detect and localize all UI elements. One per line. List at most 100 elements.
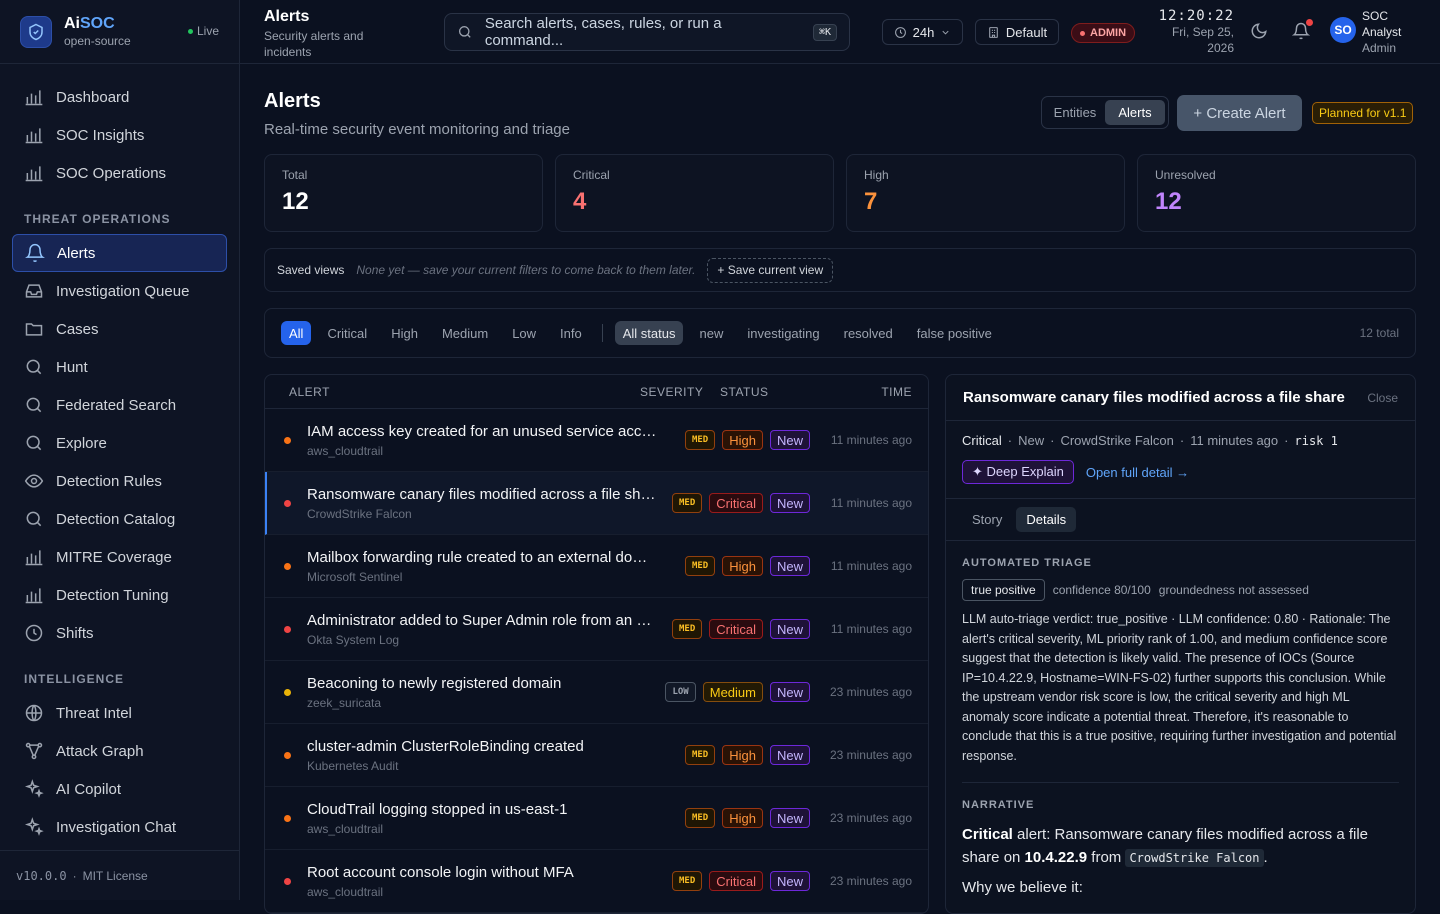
time-range-select[interactable]: 24h bbox=[882, 19, 963, 45]
alert-source: Okta System Log bbox=[307, 633, 399, 647]
clock-icon bbox=[894, 26, 907, 39]
toggle-alerts[interactable]: Alerts bbox=[1105, 100, 1165, 125]
sidebar-item-label: SOC Insights bbox=[56, 127, 144, 144]
alert-time: 11 minutes ago bbox=[831, 496, 912, 510]
stat-card-critical: Critical4 bbox=[555, 154, 834, 232]
sidebar-item-label: MITRE Coverage bbox=[56, 549, 172, 566]
severity-filter-medium[interactable]: Medium bbox=[434, 321, 496, 345]
severity-dot bbox=[284, 437, 291, 444]
table-row[interactable]: Ransomware canary files modified across … bbox=[265, 472, 928, 535]
toggle-entities[interactable]: Entities bbox=[1045, 100, 1105, 125]
sidebar-item-threat-intel[interactable]: Threat Intel bbox=[12, 694, 227, 732]
triage-heading: AUTOMATED TRIAGE bbox=[962, 557, 1399, 569]
confidence-badge: MED bbox=[672, 493, 702, 513]
status-filter-resolved[interactable]: resolved bbox=[836, 321, 901, 345]
sidebar-item-alerts[interactable]: Alerts bbox=[12, 234, 227, 272]
status-filter-all-status[interactable]: All status bbox=[615, 321, 684, 345]
tenant-select[interactable]: Default bbox=[975, 19, 1059, 45]
table-row[interactable]: Beaconing to newly registered domainzeek… bbox=[265, 661, 928, 724]
severity-filter-low[interactable]: Low bbox=[504, 321, 544, 345]
bar-chart-icon bbox=[24, 585, 44, 605]
severity-filter-critical[interactable]: Critical bbox=[319, 321, 375, 345]
detail-severity: Critical bbox=[962, 433, 1002, 448]
license: MIT License bbox=[83, 869, 148, 883]
bar-chart-icon bbox=[24, 125, 44, 145]
sidebar-item-investigation-queue[interactable]: Investigation Queue bbox=[12, 272, 227, 310]
save-current-view-button[interactable]: + Save current view bbox=[707, 258, 833, 283]
stat-value: 12 bbox=[1155, 188, 1398, 216]
sidebar-item-soc-insights[interactable]: SOC Insights bbox=[12, 116, 227, 154]
status-badge: New bbox=[770, 808, 810, 828]
sidebar-item-federated-search[interactable]: Federated Search bbox=[12, 386, 227, 424]
global-search-input[interactable]: Search alerts, cases, rules, or run a co… bbox=[444, 13, 850, 51]
table-row[interactable]: cluster-admin ClusterRoleBinding created… bbox=[265, 724, 928, 787]
search-icon bbox=[24, 395, 44, 415]
sidebar-item-shifts[interactable]: Shifts bbox=[12, 614, 227, 652]
col-severity[interactable]: SEVERITY bbox=[640, 385, 703, 399]
notifications-bell-icon[interactable] bbox=[1292, 22, 1312, 42]
alert-source: aws_cloudtrail bbox=[307, 444, 383, 458]
detail-meta: Critical· New· CrowdStrike Falcon· 11 mi… bbox=[946, 421, 1415, 448]
alert-title: Beaconing to newly registered domain bbox=[307, 675, 657, 692]
alert-source: aws_cloudtrail bbox=[307, 822, 383, 836]
tenant-value: Default bbox=[1006, 25, 1047, 40]
confidence: confidence 80/100 bbox=[1053, 583, 1151, 597]
sidebar-item-label: Threat Intel bbox=[56, 705, 132, 722]
sidebar-item-label: Detection Rules bbox=[56, 473, 162, 490]
table-row[interactable]: IAM access key created for an unused ser… bbox=[265, 409, 928, 472]
clock-date: Fri, Sep 25, 2026 bbox=[1144, 24, 1234, 56]
theme-toggle-moon-icon[interactable] bbox=[1250, 22, 1270, 42]
sidebar-item-detection-catalog[interactable]: Detection Catalog bbox=[12, 500, 227, 538]
severity-filter-high[interactable]: High bbox=[383, 321, 426, 345]
view-toggle: Entities Alerts bbox=[1041, 96, 1169, 129]
severity-dot bbox=[284, 878, 291, 885]
col-alert[interactable]: ALERT bbox=[289, 385, 330, 399]
severity-badge: Medium bbox=[703, 682, 763, 702]
sidebar-item-detection-rules[interactable]: Detection Rules bbox=[12, 462, 227, 500]
sidebar-item-soc-operations[interactable]: SOC Operations bbox=[12, 154, 227, 192]
avatar[interactable]: SO bbox=[1330, 17, 1356, 43]
status-filter-false-positive[interactable]: false positive bbox=[909, 321, 1000, 345]
open-full-detail-link[interactable]: Open full detail → bbox=[1086, 465, 1189, 480]
table-row[interactable]: Root account console login without MFAaw… bbox=[265, 850, 928, 913]
sidebar-item-cases[interactable]: Cases bbox=[12, 310, 227, 348]
live-label: Live bbox=[197, 24, 219, 38]
saved-views-bar: Saved views None yet — save your current… bbox=[264, 248, 1416, 292]
sidebar-item-ai-copilot[interactable]: AI Copilot bbox=[12, 770, 227, 808]
alert-title: CloudTrail logging stopped in us-east-1 bbox=[307, 801, 657, 818]
table-row[interactable]: Administrator added to Super Admin role … bbox=[265, 598, 928, 661]
sidebar-item-mitre-coverage[interactable]: MITRE Coverage bbox=[12, 538, 227, 576]
stat-value: 4 bbox=[573, 188, 816, 216]
severity-filter-info[interactable]: Info bbox=[552, 321, 590, 345]
stat-value: 12 bbox=[282, 188, 525, 216]
sidebar-item-attack-graph[interactable]: Attack Graph bbox=[12, 732, 227, 770]
topbar: Alerts Security alerts and incidents Sea… bbox=[240, 0, 1440, 64]
col-time[interactable]: TIME bbox=[881, 385, 912, 399]
sidebar-item-hunt[interactable]: Hunt bbox=[12, 348, 227, 386]
col-status[interactable]: STATUS bbox=[720, 385, 769, 399]
saved-views-label: Saved views bbox=[277, 263, 344, 277]
close-button[interactable]: Close bbox=[1367, 391, 1398, 405]
stat-card-total: Total12 bbox=[264, 154, 543, 232]
deep-explain-button[interactable]: ✦ Deep Explain bbox=[962, 460, 1074, 484]
user-menu[interactable]: SOC Analyst Admin bbox=[1362, 8, 1401, 56]
table-row[interactable]: Mailbox forwarding rule created to an ex… bbox=[265, 535, 928, 598]
status-filter-investigating[interactable]: investigating bbox=[739, 321, 827, 345]
severity-filter-all[interactable]: All bbox=[281, 321, 311, 345]
create-alert-button[interactable]: + Create Alert bbox=[1177, 95, 1302, 131]
table-row[interactable]: CloudTrail logging stopped in us-east-1 a… bbox=[265, 787, 928, 850]
tab-details[interactable]: Details bbox=[1016, 507, 1076, 532]
sidebar-item-label: Attack Graph bbox=[56, 743, 144, 760]
sidebar-item-dashboard[interactable]: Dashboard bbox=[12, 78, 227, 116]
status-filter-new[interactable]: new bbox=[691, 321, 731, 345]
sidebar-item-label: Dashboard bbox=[56, 89, 129, 106]
narrative-text: Critical alert: Ransomware canary files … bbox=[962, 823, 1399, 870]
sidebar-item-detection-tuning[interactable]: Detection Tuning bbox=[12, 576, 227, 614]
alert-title: Ransomware canary files modified across … bbox=[307, 486, 657, 503]
sidebar-item-investigation-chat[interactable]: Investigation Chat bbox=[12, 808, 227, 846]
severity-badge: High bbox=[722, 808, 763, 828]
status-badge: New bbox=[770, 682, 810, 702]
tab-story[interactable]: Story bbox=[962, 507, 1012, 532]
sidebar-item-explore[interactable]: Explore bbox=[12, 424, 227, 462]
severity-dot bbox=[284, 563, 291, 570]
